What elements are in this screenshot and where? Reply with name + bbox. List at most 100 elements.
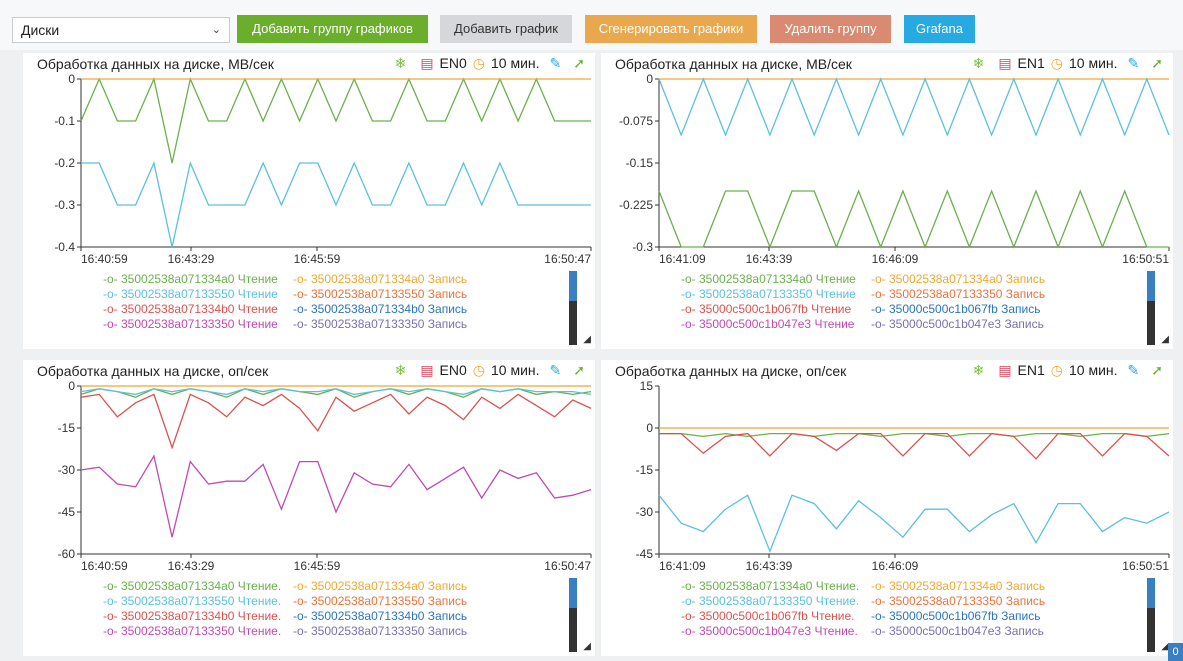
legend-item[interactable]: -o- 35002538a071334a0 Запись: [293, 272, 483, 287]
legend-label: 35002538a07133350 Запись: [311, 624, 468, 638]
series-line-2: [658, 494, 1170, 553]
series-line-2: [80, 388, 592, 396]
clock-icon[interactable]: ◷: [1051, 362, 1063, 378]
scrollbar-thumb[interactable]: [569, 271, 577, 301]
legend-item[interactable]: -o- 35002538a07133350 Запись: [293, 317, 483, 332]
edit-icon[interactable]: ✎: [550, 362, 562, 378]
scrollbar-thumb[interactable]: [569, 578, 577, 608]
visibility-toggle-icon[interactable]: ❄: [395, 362, 407, 378]
legend-item[interactable]: -o- 35002538a07133350 Запись: [293, 624, 483, 639]
group-select[interactable]: Диски ⌄: [12, 17, 230, 43]
legend-scrollbar[interactable]: [1147, 578, 1155, 652]
visibility-toggle-icon[interactable]: ❄: [973, 55, 985, 71]
legend-marker-icon: -o-: [293, 272, 311, 286]
chart-legend: -o- 35002538a071334a0 Чтение. -o- 3500253…: [681, 579, 1101, 639]
x-tick-label: 16:50:47: [544, 559, 591, 573]
resize-handle-icon[interactable]: ◢: [583, 334, 591, 345]
legend-marker-icon: -o-: [103, 594, 121, 608]
legend-item[interactable]: -o- 35000c500c1b047e3 Чтение.: [681, 624, 871, 639]
legend-item[interactable]: -o- 35002538a07133550 Запись: [293, 594, 483, 609]
legend-label: 35002538a07133550 Запись: [311, 594, 468, 608]
clock-icon[interactable]: ◷: [473, 362, 485, 378]
delete-group-button[interactable]: Удалить группу: [770, 15, 891, 43]
clock-icon[interactable]: ◷: [1051, 55, 1063, 71]
edit-icon[interactable]: ✎: [1128, 55, 1140, 71]
interval-label[interactable]: 10 мин.: [1069, 55, 1118, 71]
legend-item[interactable]: -o- 35002538a07133350 Запись: [871, 594, 1061, 609]
legend-item[interactable]: -o- 35000c500c1b067fb Запись: [871, 609, 1061, 624]
y-tick-label: -45: [58, 505, 76, 519]
legend-item[interactable]: -o- 35002538a07133350 Чтение.: [681, 594, 871, 609]
legend-item[interactable]: -o- 35002538a071334a0 Запись: [871, 272, 1061, 287]
y-tick-label: -30: [636, 505, 654, 519]
line-chart: 15 0 -15 -30 -45 16:41:09 16:43:39 16:46:09 16:5…: [636, 380, 1170, 573]
visibility-toggle-icon[interactable]: ❄: [973, 362, 985, 378]
resize-handle-icon[interactable]: ◢: [583, 641, 591, 652]
clock-icon[interactable]: ◷: [473, 55, 485, 71]
chart-legend: -o- 35002538a071334a0 Чтение. -o- 3500253…: [103, 579, 523, 639]
y-tick-label: -30: [58, 463, 76, 477]
y-tick-label: -0.3: [632, 240, 653, 254]
export-icon[interactable]: ➚: [1151, 55, 1163, 71]
scrollbar-thumb[interactable]: [1147, 578, 1155, 608]
interval-label[interactable]: 10 мин.: [491, 55, 540, 71]
export-icon[interactable]: ➚: [1151, 362, 1163, 378]
legend-item[interactable]: -o- 35000c500c1b067fb Чтение.: [681, 609, 871, 624]
y-tick-label: -0.3: [54, 198, 75, 212]
legend-item[interactable]: -o- 35002538a071334b0 Чтение.: [103, 609, 293, 624]
legend-scrollbar[interactable]: [569, 578, 577, 652]
corner-badge: 0: [1168, 643, 1183, 661]
y-tick-label: -15: [58, 421, 76, 435]
legend-item[interactable]: -o- 35002538a071334b0 Чтение: [103, 302, 293, 317]
export-icon[interactable]: ➚: [573, 362, 585, 378]
scrollbar-thumb[interactable]: [1147, 271, 1155, 301]
legend-marker-icon: -o-: [871, 272, 889, 286]
legend-item[interactable]: -o- 35000c500c1b047e3 Чтение: [681, 317, 871, 332]
generate-charts-button[interactable]: Сгенерировать графики: [585, 15, 757, 43]
legend-item[interactable]: -o- 35000c500c1b047e3 Запись: [871, 317, 1061, 332]
legend-label: 35002538a071334a0 Запись: [311, 579, 468, 593]
legend-item[interactable]: -o- 35002538a07133550 Чтение.: [103, 594, 293, 609]
x-tick-label: 16:43:29: [168, 559, 215, 573]
add-chart-group-button[interactable]: Добавить группу графиков: [237, 15, 428, 43]
legend-item[interactable]: -o- 35002538a071334a0 Чтение.: [103, 579, 293, 594]
edit-icon[interactable]: ✎: [550, 55, 562, 71]
grafana-button[interactable]: Grafana: [904, 15, 975, 43]
export-icon[interactable]: ➚: [573, 55, 585, 71]
legend-item[interactable]: -o- 35002538a07133350 Чтение: [681, 287, 871, 302]
edit-icon[interactable]: ✎: [1128, 362, 1140, 378]
legend-item[interactable]: -o- 35002538a071334a0 Запись: [871, 579, 1061, 594]
resize-handle-icon[interactable]: ◢: [1161, 334, 1169, 345]
interval-label[interactable]: 10 мин.: [491, 362, 540, 378]
legend-item[interactable]: -o- 35000c500c1b047e3 Запись: [871, 624, 1061, 639]
legend-item[interactable]: -o- 35002538a071334a0 Чтение: [103, 272, 293, 287]
legend-item[interactable]: -o- 35002538a07133550 Чтение: [103, 287, 293, 302]
chart-panel: Обработка данных на диске, МВ/сек ❄ ▤ EN1 ◷ 1…: [601, 53, 1173, 349]
legend-item[interactable]: -o- 35002538a07133350 Запись: [871, 287, 1061, 302]
x-tick-label: 16:43:39: [746, 252, 793, 266]
legend-label: 35002538a071334a0 Чтение: [121, 272, 278, 286]
legend-item[interactable]: -o- 35002538a071334b0 Запись: [293, 609, 483, 624]
x-tick-label: 16:50:51: [1122, 559, 1169, 573]
legend-label: 35002538a07133350 Запись: [889, 287, 1046, 301]
legend-marker-icon: -o-: [293, 624, 311, 638]
legend-item[interactable]: -o- 35000c500c1b067fb Запись: [871, 302, 1061, 317]
legend-item[interactable]: -o- 35000c500c1b067fb Чтение: [681, 302, 871, 317]
add-chart-button[interactable]: Добавить график: [440, 15, 572, 43]
legend-scrollbar[interactable]: [1147, 271, 1155, 345]
legend-marker-icon: -o-: [293, 609, 311, 623]
x-tick-label: 16:40:59: [81, 252, 128, 266]
visibility-toggle-icon[interactable]: ❄: [395, 55, 407, 71]
legend-marker-icon: -o-: [871, 624, 889, 638]
legend-item[interactable]: -o- 35002538a07133350 Чтение.: [103, 624, 293, 639]
legend-label: 35000c500c1b067fb Чтение.: [699, 609, 855, 623]
legend-label: 35002538a07133350 Чтение.: [699, 594, 860, 608]
legend-scrollbar[interactable]: [569, 271, 577, 345]
interval-label[interactable]: 10 мин.: [1069, 362, 1118, 378]
legend-item[interactable]: -o- 35002538a07133350 Чтение: [103, 317, 293, 332]
legend-item[interactable]: -o- 35002538a071334b0 Запись: [293, 302, 483, 317]
legend-item[interactable]: -o- 35002538a071334a0 Чтение.: [681, 579, 871, 594]
legend-item[interactable]: -o- 35002538a07133550 Запись: [293, 287, 483, 302]
legend-item[interactable]: -o- 35002538a071334a0 Чтение: [681, 272, 871, 287]
legend-item[interactable]: -o- 35002538a071334a0 Запись: [293, 579, 483, 594]
